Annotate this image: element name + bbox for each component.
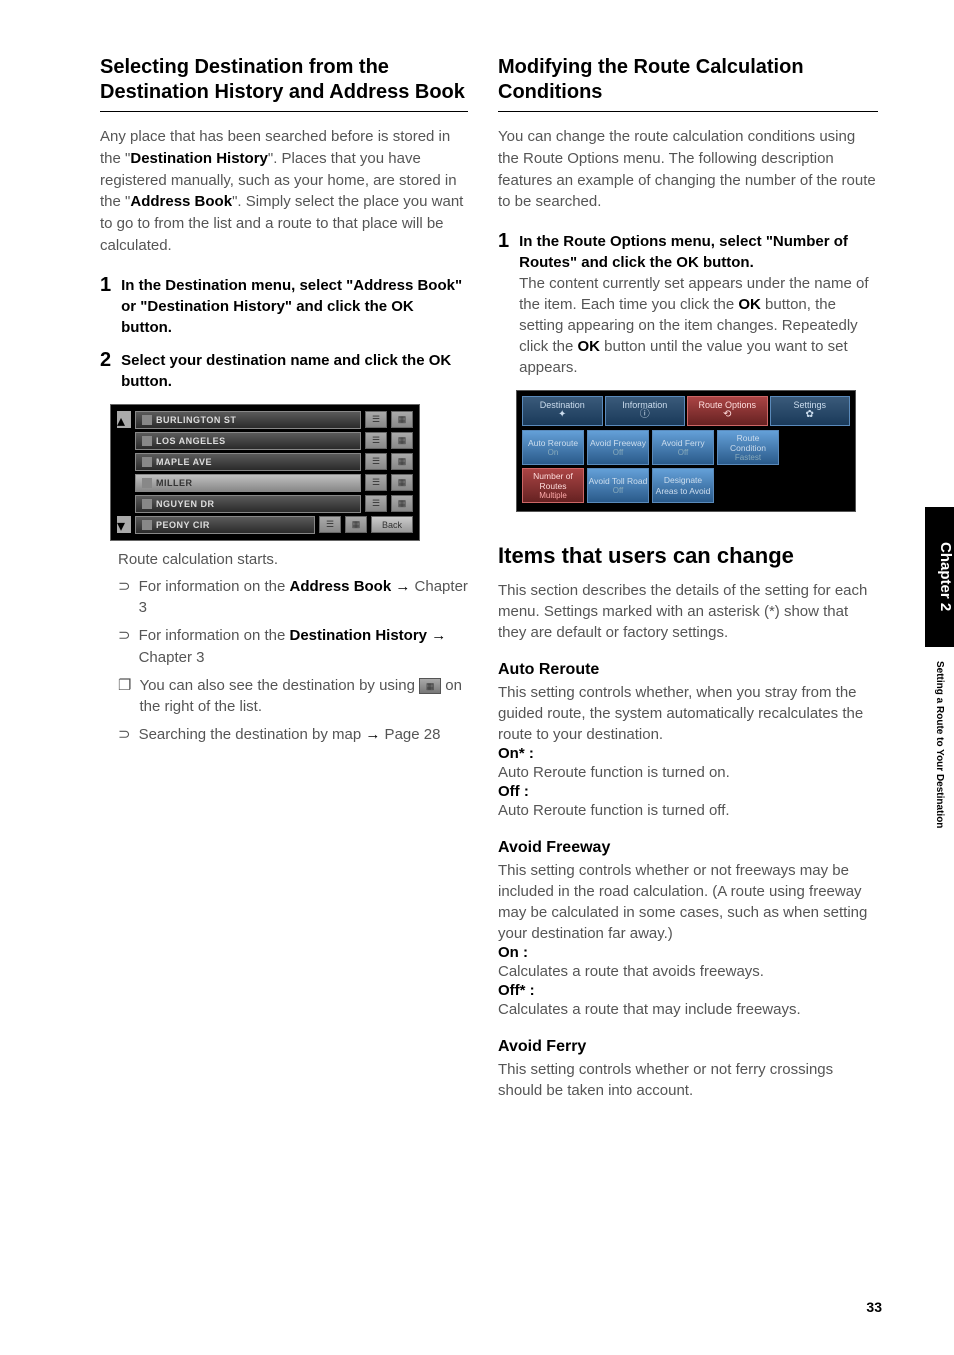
- section-heading: Selecting Destination from the Destinati…: [100, 55, 468, 112]
- option-number-of-routes[interactable]: Number of RoutesMultiple: [522, 468, 584, 503]
- note-item: ❐ You can also see the destination by us…: [118, 675, 468, 719]
- option-avoid-freeway[interactable]: Avoid FreewayOff: [587, 430, 649, 465]
- tab-settings[interactable]: Settings✿: [770, 396, 851, 426]
- map-icon[interactable]: ▦: [391, 495, 413, 512]
- list-item[interactable]: PEONY CIR: [135, 516, 315, 534]
- intro-paragraph: Any place that has been searched before …: [100, 126, 468, 257]
- page-number: 33: [866, 1299, 882, 1315]
- list-item[interactable]: MILLER: [135, 474, 361, 492]
- tab-route-options[interactable]: Route Options⟲: [687, 396, 768, 426]
- map-icon[interactable]: ▦: [391, 453, 413, 470]
- tab-information[interactable]: Informationⓘ: [605, 396, 686, 426]
- info-icon: ⓘ: [606, 410, 685, 420]
- arrow-right-icon: →: [431, 627, 446, 644]
- chapter-title: Setting a Route to Your Destination: [925, 647, 954, 927]
- intro-paragraph: You can change the route calculation con…: [498, 126, 878, 213]
- map-pin-icon: [142, 415, 152, 425]
- destination-icon: ✦: [523, 410, 602, 420]
- arrow-right-icon: →: [395, 578, 410, 595]
- note-item: ⊃ For information on the Destination His…: [118, 625, 468, 669]
- map-pin-icon: [142, 436, 152, 446]
- option-on: On :: [498, 944, 878, 961]
- map-pin-icon: [142, 499, 152, 509]
- map-icon[interactable]: ▦: [345, 516, 367, 533]
- step-text: In the Destination menu, select "Address…: [121, 275, 468, 338]
- gear-icon: ✿: [771, 410, 850, 420]
- side-tab: Chapter 2 Setting a Route to Your Destin…: [925, 507, 954, 927]
- step-1: 1 In the Destination menu, select "Addre…: [100, 275, 468, 338]
- info-icon[interactable]: ☰: [365, 453, 387, 470]
- map-icon: ▦: [419, 678, 441, 694]
- option-off-star: Off* :: [498, 982, 878, 999]
- list-item[interactable]: NGUYEN DR: [135, 495, 361, 513]
- route-icon: ⟲: [688, 410, 767, 420]
- subheading-avoid-freeway: Avoid Freeway: [498, 839, 878, 857]
- note-item: ⊃ Searching the destination by map → Pag…: [118, 724, 468, 746]
- option-desc: Calculates a route that avoids freeways.: [498, 961, 878, 982]
- supset-icon: ⊃: [118, 625, 131, 669]
- step-1: 1 In the Route Options menu, select "Num…: [498, 231, 878, 378]
- option-avoid-toll[interactable]: Avoid Toll RoadOff: [587, 468, 649, 503]
- arrow-right-icon: →: [365, 726, 380, 743]
- map-icon[interactable]: ▦: [391, 432, 413, 449]
- step-text: In the Route Options menu, select "Numbe…: [519, 231, 878, 378]
- info-icon[interactable]: ☰: [365, 495, 387, 512]
- map-pin-icon: [142, 520, 152, 530]
- info-icon[interactable]: ☰: [365, 411, 387, 428]
- supset-icon: ⊃: [118, 724, 131, 746]
- list-item[interactable]: MAPLE AVE: [135, 453, 361, 471]
- scroll-down-button[interactable]: ▾: [117, 516, 131, 533]
- option-avoid-ferry[interactable]: Avoid FerryOff: [652, 430, 714, 465]
- option-auto-reroute[interactable]: Auto RerouteOn: [522, 430, 584, 465]
- tab-destination[interactable]: Destination✦: [522, 396, 603, 426]
- destination-list-figure: ▴ BURLINGTON ST ☰ ▦ LOS ANGELES ☰ ▦ MAPL…: [110, 404, 468, 541]
- step-2: 2 Select your destination name and click…: [100, 350, 468, 392]
- option-desc: Calculates a route that may include free…: [498, 999, 878, 1020]
- step-text: Select your destination name and click t…: [121, 350, 468, 392]
- map-icon[interactable]: ▦: [391, 411, 413, 428]
- map-icon[interactable]: ▦: [391, 474, 413, 491]
- option-designate-areas[interactable]: Designate Areas to Avoid: [652, 468, 714, 503]
- items-intro: This section describes the details of th…: [498, 580, 878, 643]
- info-icon[interactable]: ☰: [365, 474, 387, 491]
- scroll-up-button[interactable]: ▴: [117, 411, 131, 428]
- section-heading: Modifying the Route Calculation Conditio…: [498, 55, 878, 112]
- list-item[interactable]: LOS ANGELES: [135, 432, 361, 450]
- info-icon[interactable]: ☰: [365, 432, 387, 449]
- auto-reroute-body: This setting controls whether, when you …: [498, 682, 878, 745]
- option-on-star: On* :: [498, 745, 878, 762]
- list-item[interactable]: BURLINGTON ST: [135, 411, 361, 429]
- route-options-figure: Destination✦ Informationⓘ Route Options⟲…: [516, 390, 878, 512]
- option-off: Off :: [498, 783, 878, 800]
- subheading-auto-reroute: Auto Reroute: [498, 661, 878, 679]
- step-number: 1: [100, 275, 111, 338]
- option-desc: Auto Reroute function is turned off.: [498, 800, 878, 821]
- back-button[interactable]: Back: [371, 516, 413, 533]
- step-number: 1: [498, 231, 509, 378]
- info-icon[interactable]: ☰: [319, 516, 341, 533]
- step-number: 2: [100, 350, 111, 392]
- note-item: ⊃ For information on the Address Book → …: [118, 576, 468, 620]
- map-pin-icon: [142, 457, 152, 467]
- section-heading-items: Items that users can change: [498, 542, 878, 570]
- avoid-ferry-body: This setting controls whether or not fer…: [498, 1059, 878, 1101]
- subheading-avoid-ferry: Avoid Ferry: [498, 1038, 878, 1056]
- checkbox-icon: ❐: [118, 675, 131, 719]
- chapter-label: Chapter 2: [925, 507, 954, 647]
- option-route-condition[interactable]: Route ConditionFastest: [717, 430, 779, 465]
- map-pin-icon: [142, 478, 152, 488]
- option-desc: Auto Reroute function is turned on.: [498, 762, 878, 783]
- avoid-freeway-body: This setting controls whether or not fre…: [498, 860, 878, 944]
- supset-icon: ⊃: [118, 576, 131, 620]
- figure-caption: Route calculation starts.: [118, 551, 468, 568]
